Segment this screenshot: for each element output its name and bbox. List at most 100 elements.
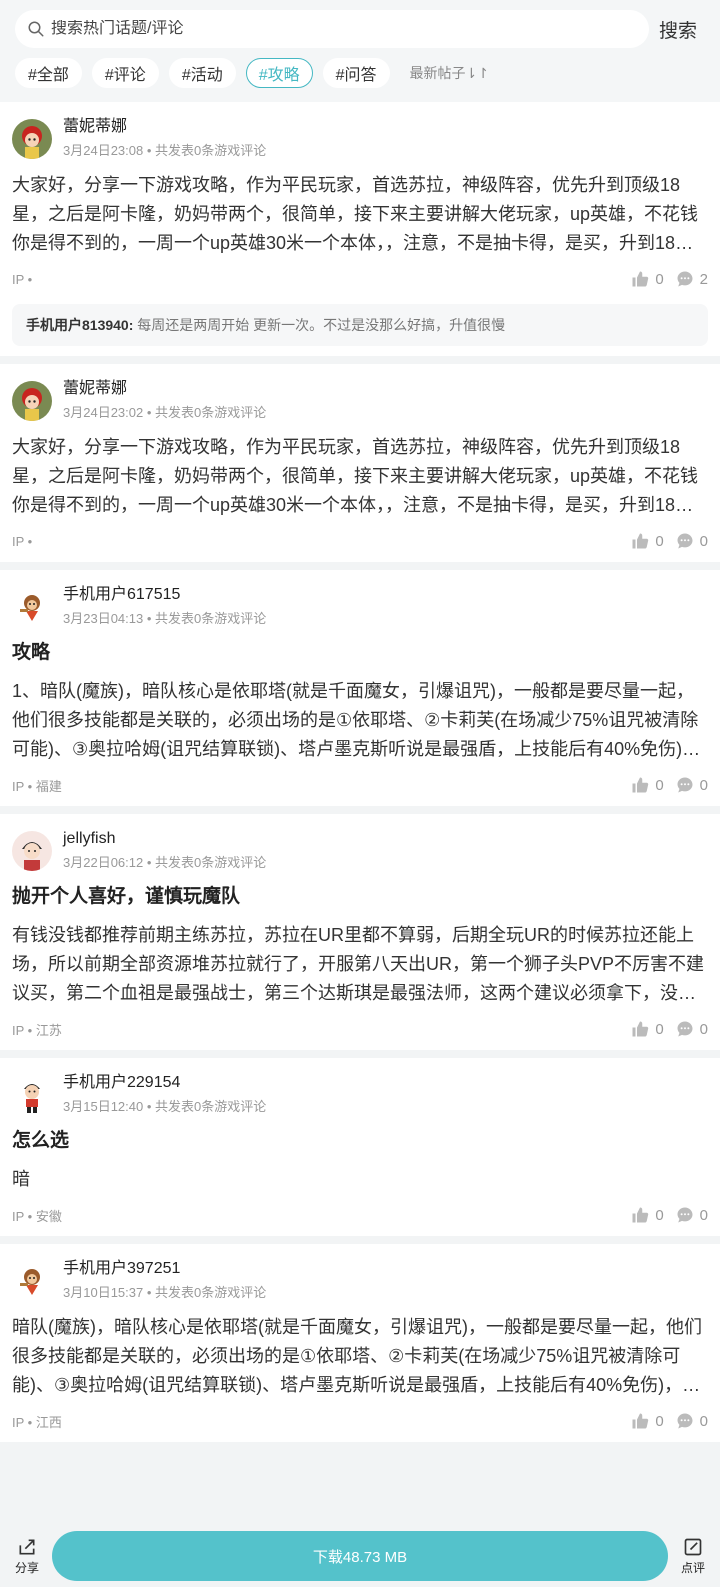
like-button[interactable]: 0	[631, 270, 664, 288]
post-footer: IP • 安徽 0 0	[12, 1204, 708, 1226]
thumbs-up-icon	[632, 271, 649, 287]
comment-preview[interactable]: 手机用户813940: 每周还是两周开始 更新一次。不过是没那么好搞，升值很慢	[12, 304, 708, 346]
post-card[interactable]: 手机用户229154 3月15日12:40 • 共发表0条游戏评论 怎么选 暗 …	[0, 1058, 720, 1236]
post-body[interactable]: 暗	[12, 1165, 708, 1194]
post-footer: IP • 福建 0 0	[12, 774, 708, 796]
post-body[interactable]: 大家好，分享一下游戏攻略，作为平民玩家，首选苏拉，神级阵容，优先升到顶级18星，…	[12, 433, 708, 520]
post-meta: 3月22日06:12 • 共发表0条游戏评论	[63, 855, 267, 870]
search-button[interactable]: 搜索	[659, 16, 697, 43]
tag-all[interactable]: #全部	[15, 58, 82, 88]
comment-bubble-icon	[677, 533, 693, 549]
avatar[interactable]	[12, 119, 52, 159]
post-header: jellyfish 3月22日06:12 • 共发表0条游戏评论	[12, 829, 708, 871]
post-footer: IP • 0 0	[12, 530, 708, 552]
post-footer: IP • 江苏 0 0	[12, 1018, 708, 1040]
comment-count: 0	[699, 1412, 708, 1430]
post-card[interactable]: 蕾妮蒂娜 3月24日23:02 • 共发表0条游戏评论 大家好，分享一下游戏攻略…	[0, 364, 720, 562]
comment-button[interactable]: 0	[676, 1412, 708, 1430]
post-card[interactable]: 手机用户617515 3月23日04:13 • 共发表0条游戏评论 攻略 1、暗…	[0, 570, 720, 806]
like-count: 0	[655, 776, 664, 794]
share-icon	[19, 1539, 35, 1554]
comment-button[interactable]: 0	[676, 1206, 708, 1224]
post-card[interactable]: 手机用户397251 3月10日15:37 • 共发表0条游戏评论 暗队(魔族)…	[0, 1244, 720, 1442]
post-meta: 3月24日23:02 • 共发表0条游戏评论	[63, 405, 267, 420]
post-header: 手机用户229154 3月15日12:40 • 共发表0条游戏评论	[12, 1073, 708, 1115]
comment-button[interactable]: 2	[676, 270, 708, 288]
like-count: 0	[655, 1412, 664, 1430]
comment-count: 0	[699, 532, 708, 550]
post-username[interactable]: 手机用户229154	[63, 1073, 266, 1093]
post-ip-location: IP • 江苏	[12, 1022, 62, 1038]
like-button[interactable]: 0	[631, 1206, 664, 1224]
search-input[interactable]	[51, 20, 631, 38]
post-username[interactable]: 蕾妮蒂娜	[63, 117, 266, 137]
post-title[interactable]: 攻略	[12, 641, 708, 665]
tag-guide[interactable]: #攻略	[245, 58, 313, 88]
review-button[interactable]: 点评	[676, 1537, 710, 1576]
like-button[interactable]: 0	[631, 532, 664, 550]
avatar[interactable]	[12, 1261, 52, 1301]
comment-count: 2	[699, 270, 708, 288]
comment-button[interactable]: 0	[676, 776, 708, 794]
cartoon-boy-avatar-icon	[12, 831, 52, 871]
comment-bubble-icon	[677, 1021, 693, 1037]
post-body[interactable]: 1、暗队(魔族)，暗队核心是依耶塔(就是千面魔女，引爆诅咒)，一般都是要尽量一起…	[12, 677, 708, 764]
post-ip-location: IP • 福建	[12, 778, 62, 794]
post-username[interactable]: 蕾妮蒂娜	[63, 379, 266, 399]
avatar[interactable]	[12, 831, 52, 871]
thumbs-up-icon	[632, 777, 649, 793]
post-meta: 3月10日15:37 • 共发表0条游戏评论	[63, 1285, 267, 1300]
share-button[interactable]: 分享	[10, 1537, 44, 1576]
like-button[interactable]: 0	[631, 1020, 664, 1038]
post-body[interactable]: 大家好，分享一下游戏攻略，作为平民玩家，首选苏拉，神级阵容，优先升到顶级18星，…	[12, 171, 708, 258]
post-header: 蕾妮蒂娜 3月24日23:08 • 共发表0条游戏评论	[12, 117, 708, 159]
tag-review[interactable]: #评论	[91, 58, 159, 88]
comment-count: 0	[699, 1206, 708, 1224]
post-card[interactable]: 蕾妮蒂娜 3月24日23:08 • 共发表0条游戏评论 大家好，分享一下游戏攻略…	[0, 102, 720, 356]
post-header: 手机用户617515 3月23日04:13 • 共发表0条游戏评论	[12, 585, 708, 627]
post-ip-location: IP •	[12, 271, 33, 287]
post-title[interactable]: 抛开个人喜好，谨慎玩魔队	[12, 885, 708, 909]
cartoon-kid-avatar-icon	[12, 1075, 52, 1115]
post-card[interactable]: jellyfish 3月22日06:12 • 共发表0条游戏评论 抛开个人喜好，…	[0, 814, 720, 1050]
tag-qa[interactable]: #问答	[322, 58, 390, 88]
cartoon-monkey-avatar-icon	[12, 587, 52, 627]
comment-button[interactable]: 0	[676, 1020, 708, 1038]
sort-dropdown[interactable]: 最新帖子⇂↾	[410, 63, 489, 83]
post-title[interactable]: 怎么选	[12, 1129, 708, 1153]
post-footer: IP • 0 2	[12, 268, 708, 290]
post-meta: 3月24日23:08 • 共发表0条游戏评论	[63, 143, 267, 158]
like-button[interactable]: 0	[631, 1412, 664, 1430]
edit-icon	[684, 1538, 702, 1555]
tag-event[interactable]: #活动	[168, 58, 236, 88]
post-header: 蕾妮蒂娜 3月24日23:02 • 共发表0条游戏评论	[12, 379, 708, 421]
share-label: 分享	[14, 1560, 39, 1575]
cartoon-monkey-avatar-icon	[12, 1261, 52, 1301]
post-body[interactable]: 暗队(魔族)，暗队核心是依耶塔(就是千面魔女，引爆诅咒)，一般都是要尽量一起，他…	[12, 1313, 708, 1400]
search-icon	[28, 21, 44, 37]
like-button[interactable]: 0	[631, 776, 664, 794]
top-bar: 搜索 #全部 #评论 #活动 #攻略 #问答 最新帖子⇂↾	[0, 0, 720, 102]
tag-filter-row: #全部 #评论 #活动 #攻略 #问答 最新帖子⇂↾	[15, 58, 720, 88]
post-ip-location: IP • 江西	[12, 1414, 62, 1430]
bottom-action-bar: 分享 下载48.73 MB 点评	[0, 1525, 720, 1587]
like-count: 0	[655, 270, 664, 288]
post-body[interactable]: 有钱没钱都推荐前期主练苏拉，苏拉在UR里都不算弱，后期全玩UR的时候苏拉还能上场…	[12, 921, 708, 1008]
comment-bubble-icon	[677, 1413, 693, 1429]
review-label: 点评	[680, 1560, 705, 1575]
avatar[interactable]	[12, 1075, 52, 1115]
red-hair-doll-avatar-icon	[12, 119, 52, 159]
avatar[interactable]	[12, 587, 52, 627]
comment-button[interactable]: 0	[676, 532, 708, 550]
comment-username: 手机用户813940:	[26, 317, 134, 333]
like-count: 0	[655, 1020, 664, 1038]
download-button[interactable]: 下载48.73 MB	[52, 1531, 668, 1581]
post-header: 手机用户397251 3月10日15:37 • 共发表0条游戏评论	[12, 1259, 708, 1301]
post-username[interactable]: 手机用户397251	[63, 1259, 266, 1279]
post-meta: 3月23日04:13 • 共发表0条游戏评论	[63, 611, 267, 626]
search-box[interactable]	[15, 10, 649, 48]
post-username[interactable]: 手机用户617515	[63, 585, 266, 605]
avatar[interactable]	[12, 381, 52, 421]
post-username[interactable]: jellyfish	[63, 829, 266, 849]
thumbs-up-icon	[632, 1021, 649, 1037]
